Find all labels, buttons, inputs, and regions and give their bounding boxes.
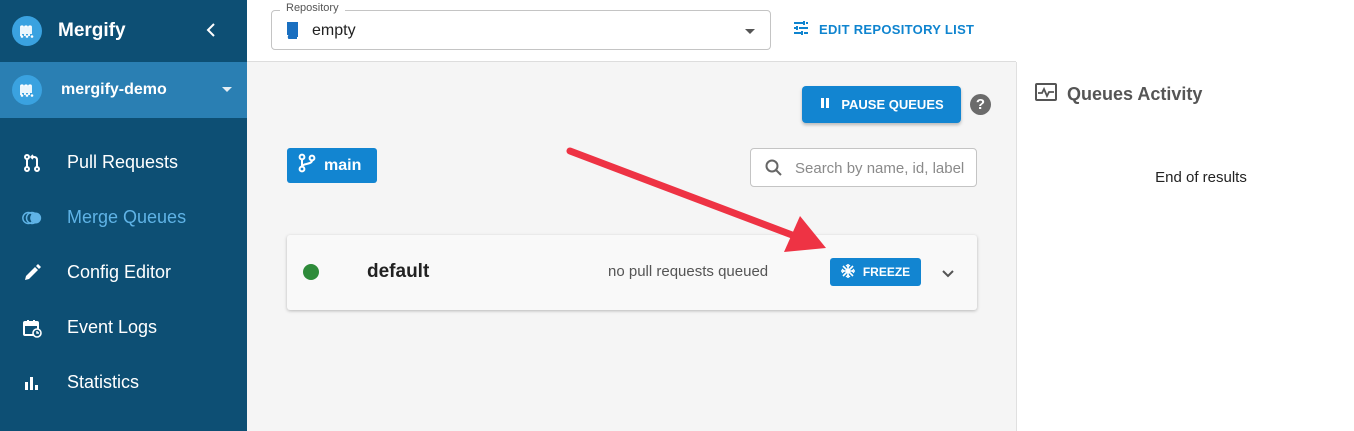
sidebar-item-label: Merge Queues <box>67 207 187 227</box>
freeze-button[interactable]: FREEZE <box>830 258 921 286</box>
pencil-icon <box>21 262 43 284</box>
tune-icon <box>793 20 809 39</box>
sidebar-item-label: Event Logs <box>67 317 158 337</box>
search-input[interactable] <box>795 158 965 178</box>
bar-chart-icon <box>21 372 43 394</box>
sidebar-item-statistics[interactable]: Statistics <box>0 355 247 410</box>
sidebar-nav: Pull Requests Merge Queues Config Editor… <box>0 135 247 410</box>
branch-name: main <box>324 156 362 174</box>
queue-card[interactable]: default no pull requests queued FREEZE <box>287 235 977 310</box>
queue-status-text: no pull requests queued <box>608 263 769 280</box>
repository-select[interactable]: Repository empty <box>271 2 771 50</box>
sidebar-item-config-editor[interactable]: Config Editor <box>0 245 247 300</box>
org-name: mergify-demo <box>61 81 167 98</box>
brand-name: Mergify <box>58 20 126 41</box>
calendar-history-icon <box>21 317 43 339</box>
activity-title: Queues Activity <box>1067 84 1203 104</box>
git-branch-icon <box>298 153 316 178</box>
activity-header: Queues Activity <box>1035 83 1202 106</box>
activity-panel-top <box>1016 0 1354 62</box>
merge-queue-icon <box>21 207 43 229</box>
pause-queues-label: PAUSE QUEUES <box>841 97 944 112</box>
sidebar-item-label: Pull Requests <box>67 152 179 172</box>
mergify-logo-icon <box>12 16 42 46</box>
queue-status-dot <box>303 264 319 280</box>
collapse-sidebar-icon[interactable] <box>203 19 219 41</box>
help-icon[interactable]: ? <box>970 94 991 115</box>
top-bar: Repository empty EDIT REPOSITORY LIST <box>247 0 1016 62</box>
org-avatar-icon <box>12 75 42 105</box>
queues-activity-panel: Queues Activity End of results <box>1016 62 1354 431</box>
end-of-results-text: End of results <box>1155 169 1247 186</box>
freeze-label: FREEZE <box>862 265 911 279</box>
sidebar-item-event-logs[interactable]: Event Logs <box>0 300 247 355</box>
sidebar: Mergify mergify-demo Pull Requests Merge… <box>0 0 247 431</box>
org-selector[interactable]: mergify-demo <box>0 62 247 118</box>
sidebar-item-label: Statistics <box>67 372 140 392</box>
org-dropdown-icon <box>222 87 232 92</box>
pause-queues-button[interactable]: PAUSE QUEUES <box>802 86 961 123</box>
dropdown-caret-icon <box>745 29 755 34</box>
pause-icon <box>819 97 831 112</box>
expand-chevron-icon[interactable] <box>941 266 955 284</box>
repository-label: Repository <box>280 2 345 14</box>
repository-value: empty <box>312 22 356 39</box>
queue-name: default <box>367 261 430 282</box>
main-content: PAUSE QUEUES ? main default no pull requ… <box>247 62 1016 431</box>
sidebar-item-label: Config Editor <box>67 262 172 282</box>
pull-request-icon <box>21 152 43 174</box>
search-icon <box>765 159 783 182</box>
branch-selector-button[interactable]: main <box>287 148 377 183</box>
sidebar-item-merge-queues[interactable]: Merge Queues <box>0 190 247 245</box>
brand: Mergify <box>0 0 247 62</box>
sidebar-item-pull-requests[interactable]: Pull Requests <box>0 135 247 190</box>
repository-icon <box>285 22 299 44</box>
edit-repository-list-label: EDIT REPOSITORY LIST <box>819 22 975 37</box>
edit-repository-list-button[interactable]: EDIT REPOSITORY LIST <box>793 20 974 39</box>
activity-pulse-icon <box>1035 83 1057 106</box>
snowflake-icon <box>840 263 855 281</box>
search-field[interactable] <box>750 148 977 187</box>
